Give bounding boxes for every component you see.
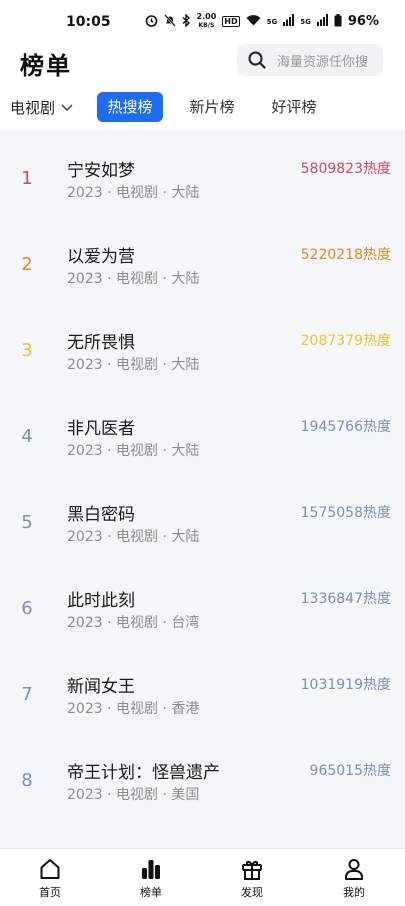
search-icon bbox=[248, 51, 266, 69]
drama-meta: 2023 · 电视剧 · 大陆 bbox=[67, 443, 200, 459]
category-label: 电视剧 bbox=[10, 99, 56, 117]
bottom-nav: 首页 榜单 发现 我的 bbox=[0, 848, 405, 906]
mute-bell-icon bbox=[163, 13, 176, 30]
list-item[interactable]: 8 帝王计划：怪兽遗产 2023 · 电视剧 · 美国 965015热度 bbox=[0, 736, 405, 822]
drama-meta: 2023 · 电视剧 · 大陆 bbox=[67, 529, 200, 545]
tab-top-rated[interactable]: 好评榜 bbox=[262, 92, 326, 122]
rank-number: 4 bbox=[21, 426, 33, 447]
rank-number: 5 bbox=[21, 512, 33, 533]
gift-icon bbox=[242, 861, 262, 880]
home-icon bbox=[40, 859, 60, 879]
rank-number: 7 bbox=[21, 684, 33, 705]
net-speed: 2.00 KB/S bbox=[197, 13, 217, 30]
drama-title: 黑白密码 bbox=[67, 505, 135, 525]
signal-label-1: 5G bbox=[266, 17, 278, 26]
signal-icon bbox=[283, 14, 295, 29]
drama-meta: 2023 · 电视剧 · 香港 bbox=[67, 701, 200, 717]
filter-row: 电视剧 热搜榜 新片榜 好评榜 bbox=[0, 90, 405, 124]
tab-hot-search[interactable]: 热搜榜 bbox=[97, 92, 163, 122]
drama-title: 以爱为营 bbox=[67, 247, 135, 267]
nav-discover-label: 发现 bbox=[241, 886, 263, 899]
rank-number: 1 bbox=[21, 168, 33, 189]
drama-meta: 2023 · 电视剧 · 美国 bbox=[67, 787, 200, 803]
hd-badge: HD bbox=[222, 16, 240, 27]
page-title: 榜单 bbox=[20, 52, 72, 80]
heat-value: 965015热度 bbox=[309, 763, 391, 779]
user-icon bbox=[345, 859, 363, 880]
nav-rankings[interactable]: 榜单 bbox=[121, 857, 181, 900]
status-bar: 10:05 2.00 KB/S HD 5G 5G 96% bbox=[0, 0, 405, 40]
rank-number: 8 bbox=[21, 770, 33, 791]
bluetooth-icon bbox=[182, 12, 191, 30]
category-dropdown[interactable]: 电视剧 bbox=[10, 97, 73, 118]
net-speed-value: 2.00 bbox=[196, 12, 217, 21]
list-item[interactable]: 4 非凡医者 2023 · 电视剧 · 大陆 1945766热度 bbox=[0, 392, 405, 478]
heat-value: 5220218热度 bbox=[300, 247, 391, 263]
status-time: 10:05 bbox=[66, 14, 111, 30]
list-item[interactable]: 7 新闻女王 2023 · 电视剧 · 香港 1031919热度 bbox=[0, 650, 405, 736]
rank-number: 2 bbox=[21, 254, 33, 275]
chevron-down-icon bbox=[61, 103, 73, 111]
nav-profile-label: 我的 bbox=[343, 886, 365, 899]
heat-value: 1575058热度 bbox=[300, 505, 391, 521]
signal-icon-2 bbox=[316, 14, 328, 29]
search-placeholder: 海量资源任你搜 bbox=[277, 54, 369, 70]
drama-meta: 2023 · 电视剧 · 大陆 bbox=[67, 271, 200, 287]
heat-value: 2087379热度 bbox=[300, 333, 391, 349]
rank-number: 3 bbox=[21, 340, 33, 361]
tab-new-releases[interactable]: 新片榜 bbox=[180, 92, 244, 122]
drama-title: 帝王计划：怪兽遗产 bbox=[67, 763, 220, 783]
status-icons: 2.00 KB/S HD 5G 5G 96% bbox=[145, 13, 379, 30]
drama-meta: 2023 · 电视剧 · 大陆 bbox=[67, 357, 200, 373]
drama-title: 宁安如梦 bbox=[67, 161, 135, 181]
wifi-icon bbox=[246, 14, 261, 29]
battery-percent: 96% bbox=[347, 14, 379, 29]
battery-icon bbox=[334, 13, 342, 30]
nav-profile[interactable]: 我的 bbox=[324, 857, 384, 900]
heat-value: 1945766热度 bbox=[300, 419, 391, 435]
drama-title: 新闻女王 bbox=[67, 677, 135, 697]
drama-title: 非凡医者 bbox=[67, 419, 135, 439]
heat-value: 1336847热度 bbox=[300, 591, 391, 607]
top-bar: 10:05 2.00 KB/S HD 5G 5G 96% 榜单 海量资源任你搜 … bbox=[0, 0, 405, 130]
list-item[interactable]: 3 无所畏惧 2023 · 电视剧 · 大陆 2087379热度 bbox=[0, 306, 405, 392]
list-item[interactable]: 6 此时此刻 2023 · 电视剧 · 台湾 1336847热度 bbox=[0, 564, 405, 650]
heat-value: 5809823热度 bbox=[300, 161, 391, 177]
nav-discover[interactable]: 发现 bbox=[222, 857, 282, 900]
search-input[interactable]: 海量资源任你搜 bbox=[237, 44, 383, 76]
alarm-icon bbox=[145, 14, 158, 30]
net-speed-unit: KB/S bbox=[198, 22, 215, 29]
nav-rankings-label: 榜单 bbox=[140, 886, 162, 899]
nav-home[interactable]: 首页 bbox=[20, 857, 80, 900]
list-item[interactable]: 5 黑白密码 2023 · 电视剧 · 大陆 1575058热度 bbox=[0, 478, 405, 564]
chart-icon bbox=[142, 860, 160, 879]
drama-meta: 2023 · 电视剧 · 大陆 bbox=[67, 185, 200, 201]
nav-home-label: 首页 bbox=[39, 886, 61, 899]
signal-label-2: 5G bbox=[300, 17, 311, 26]
list-item[interactable]: 2 以爱为营 2023 · 电视剧 · 大陆 5220218热度 bbox=[0, 220, 405, 306]
heat-value: 1031919热度 bbox=[300, 677, 391, 693]
drama-meta: 2023 · 电视剧 · 台湾 bbox=[67, 615, 200, 631]
list-item[interactable]: 1 宁安如梦 2023 · 电视剧 · 大陆 5809823热度 bbox=[0, 134, 405, 220]
drama-title: 无所畏惧 bbox=[67, 333, 135, 353]
rank-number: 6 bbox=[21, 598, 33, 619]
drama-title: 此时此刻 bbox=[67, 591, 135, 611]
